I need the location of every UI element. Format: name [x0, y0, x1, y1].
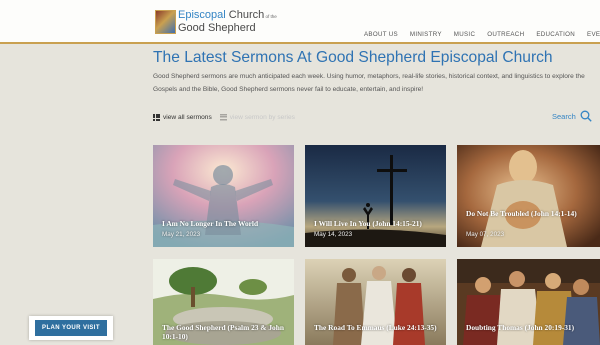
- sermon-title[interactable]: The Good Shepherd (Psalm 23 & John 10:1-…: [162, 323, 290, 341]
- sermon-card[interactable]: The Good Shepherd (Psalm 23 & John 10:1-…: [153, 259, 294, 345]
- site-header: Episcopal Church of the Good Shepherd AB…: [0, 0, 600, 44]
- sermon-card[interactable]: I Am No Longer In The World May 21, 2023: [153, 145, 294, 247]
- sermon-title[interactable]: The Road To Emmaus (Luke 24:13-35): [314, 323, 442, 332]
- sermon-date: May 07, 2023: [466, 231, 505, 238]
- nav-music[interactable]: MUSIC: [454, 31, 475, 43]
- sermon-card[interactable]: The Road To Emmaus (Luke 24:13-35): [305, 259, 446, 345]
- nav-events[interactable]: EVENTS: [587, 31, 600, 43]
- nav-education[interactable]: EDUCATION: [536, 31, 575, 43]
- search-label[interactable]: Search: [552, 112, 576, 121]
- logo-text-line2: Good Shepherd: [178, 22, 256, 34]
- search-control[interactable]: Search: [552, 110, 592, 122]
- logo-text-line1: Episcopal Church of the: [178, 9, 277, 21]
- view-by-series-link[interactable]: view sermon by series: [230, 114, 295, 121]
- sermon-image: [305, 259, 446, 345]
- grid-view-icon[interactable]: [153, 113, 160, 121]
- site-logo[interactable]: Episcopal Church of the Good Shepherd: [155, 9, 277, 39]
- search-icon[interactable]: [580, 110, 592, 122]
- intro-text: Good Shepherd sermons are much anticipat…: [153, 73, 585, 93]
- nav-outreach[interactable]: OUTREACH: [487, 31, 524, 43]
- view-all-sermons-link[interactable]: view all sermons: [163, 114, 212, 121]
- sermon-title[interactable]: I Will Live In You (John 14:15-21): [314, 219, 442, 228]
- sermon-image: [457, 259, 600, 345]
- church-logo-image: [155, 10, 176, 34]
- view-toggle: view all sermons view sermon by series: [153, 112, 295, 122]
- nav-ministry[interactable]: MINISTRY: [410, 31, 442, 43]
- plan-visit-widget: PLAN YOUR VISIT: [29, 316, 113, 340]
- sermon-card[interactable]: Doubting Thomas (John 20:19-31): [457, 259, 600, 345]
- sermon-card[interactable]: I Will Live In You (John 14:15-21) May 1…: [305, 145, 446, 247]
- plan-your-visit-button[interactable]: PLAN YOUR VISIT: [35, 320, 107, 336]
- sermon-card[interactable]: Do Not Be Troubled (John 14:1-14) May 07…: [457, 145, 600, 247]
- sermon-title[interactable]: I Am No Longer In The World: [162, 219, 290, 228]
- sermon-title[interactable]: Do Not Be Troubled (John 14:1-14): [466, 209, 594, 218]
- sermon-date: May 21, 2023: [162, 231, 201, 238]
- list-view-icon[interactable]: [219, 113, 227, 121]
- sermon-date: May 14, 2023: [314, 231, 353, 238]
- main-nav: ABOUT US MINISTRY MUSIC OUTREACH EDUCATI…: [364, 31, 600, 43]
- sermon-title[interactable]: Doubting Thomas (John 20:19-31): [466, 323, 594, 332]
- nav-about-us[interactable]: ABOUT US: [364, 31, 398, 43]
- page-title: The Latest Sermons At Good Shepherd Epis…: [153, 49, 553, 66]
